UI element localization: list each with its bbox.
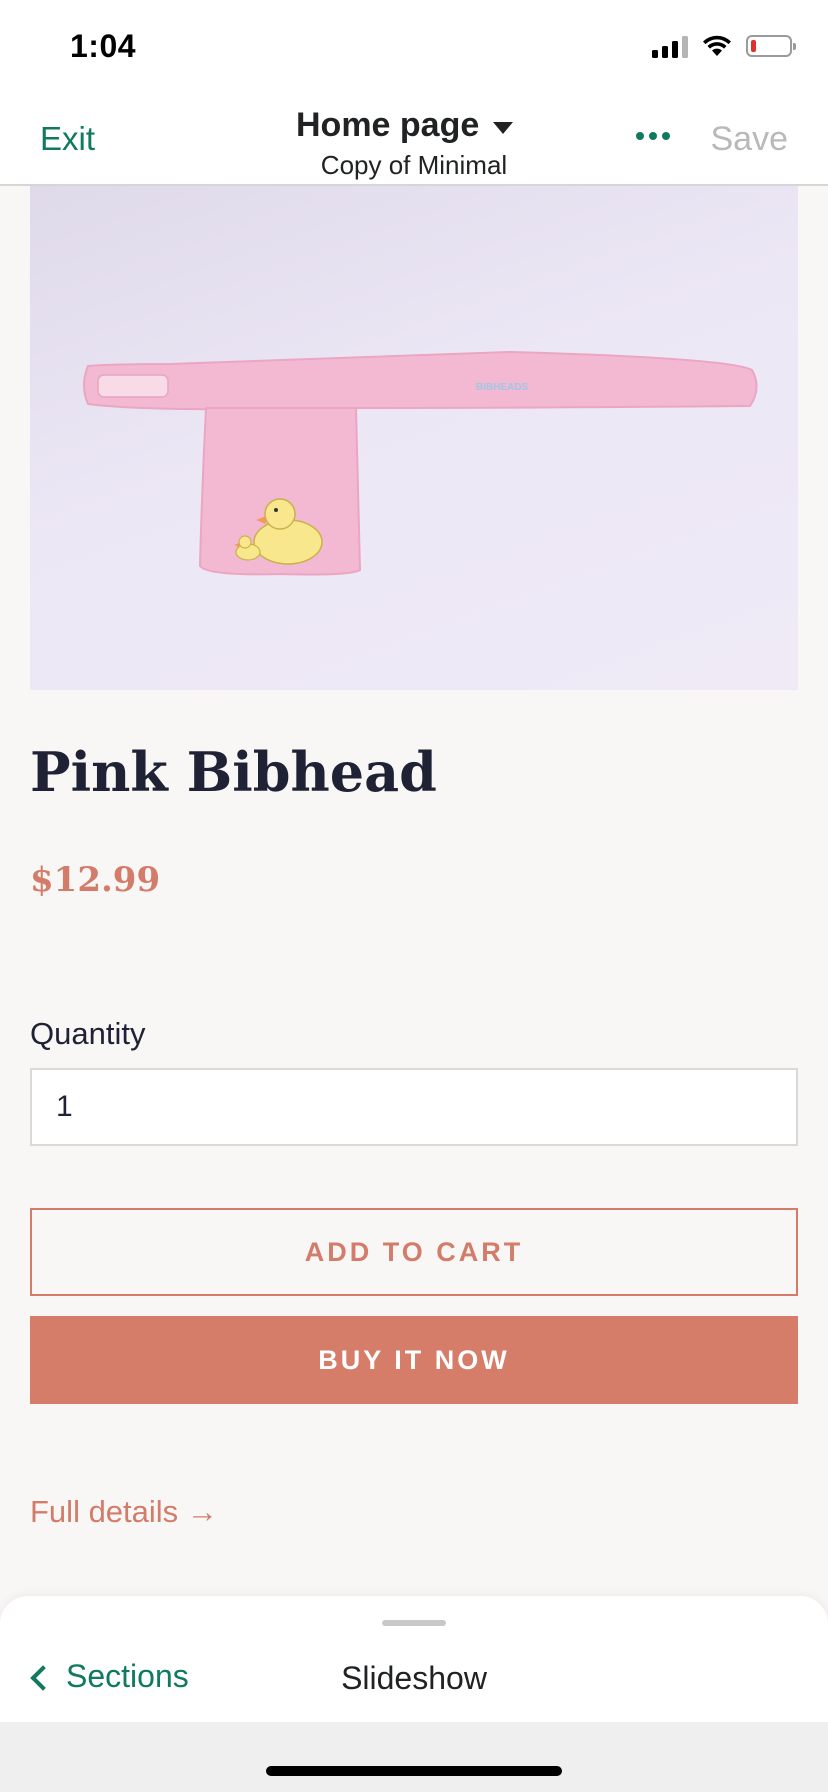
caret-down-icon	[493, 121, 514, 134]
full-details-link[interactable]: Full details →	[30, 1494, 218, 1530]
more-options-button[interactable]	[636, 132, 670, 140]
product-title: Pink Bibhead	[30, 740, 437, 804]
cellular-signal-icon	[652, 34, 688, 58]
page-title: Home page	[296, 106, 480, 144]
sheet-title: Slideshow	[341, 1660, 487, 1696]
save-button[interactable]: Save	[711, 120, 789, 159]
buy-it-now-button[interactable]: BUY IT NOW	[30, 1316, 798, 1404]
theme-subtitle: Copy of Minimal	[0, 150, 828, 181]
home-indicator-area	[0, 1722, 828, 1792]
home-indicator[interactable]	[266, 1766, 562, 1776]
more-horizontal-icon	[636, 132, 644, 140]
bottom-sheet: Sections Slideshow	[0, 1596, 828, 1722]
wifi-icon	[703, 35, 731, 56]
svg-text:BIBHEADS: BIBHEADS	[476, 382, 529, 393]
battery-low-icon	[746, 35, 796, 57]
add-to-cart-button[interactable]: ADD TO CART	[30, 1208, 798, 1296]
theme-name: Copy of Minimal	[320, 150, 508, 180]
status-bar: 1:04	[0, 0, 828, 96]
status-icons	[652, 34, 796, 58]
product-image[interactable]: BIBHEADS	[30, 186, 798, 690]
quantity-input[interactable]	[30, 1068, 798, 1146]
drag-handle[interactable]	[382, 1620, 446, 1626]
page-selector[interactable]: Home page	[296, 106, 514, 145]
editor-header: Exit Home page Copy of Minimal Save	[0, 96, 828, 186]
status-time: 1:04	[70, 28, 137, 64]
product-photo: BIBHEADS	[83, 350, 758, 576]
product-price: $12.99	[30, 860, 161, 900]
quantity-label: Quantity	[30, 1016, 146, 1051]
